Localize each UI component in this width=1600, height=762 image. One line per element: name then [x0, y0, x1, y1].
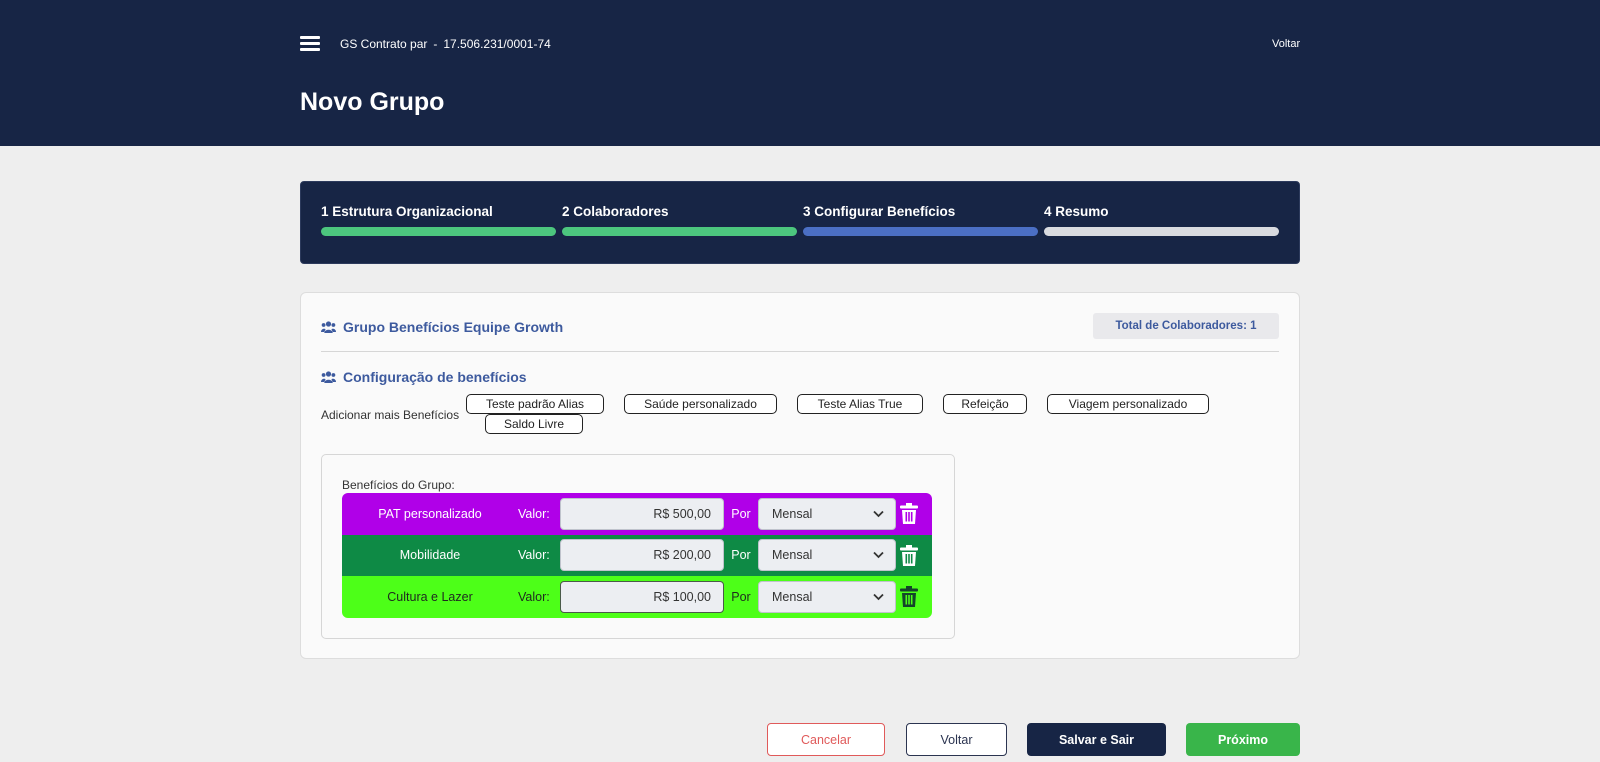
chevron-down-icon — [873, 593, 884, 601]
benefit-name: Mobilidade — [399, 548, 461, 563]
group-title: Grupo Benefícios Equipe Growth — [343, 319, 564, 335]
step-progress-bar — [1044, 227, 1279, 236]
header-back-link[interactable]: Voltar — [1272, 38, 1300, 50]
cancel-button[interactable]: Cancelar — [767, 723, 885, 756]
back-button[interactable]: Voltar — [906, 723, 1007, 756]
period-selected-value: Mensal — [772, 506, 813, 521]
benefit-name: PAT personalizado — [378, 506, 482, 521]
chip-saldo-livre[interactable]: Saldo Livre — [485, 414, 583, 434]
save-exit-button[interactable]: Salvar e Sair — [1027, 723, 1166, 756]
group-benefits-box: Benefícios do Grupo: PAT personalizado V… — [321, 454, 955, 639]
group-title-row: Grupo Benefícios Equipe Growth — [321, 319, 563, 335]
por-label: Por — [731, 589, 751, 604]
valor-label: Valor: — [518, 548, 550, 563]
por-label: Por — [731, 506, 751, 521]
users-icon — [321, 371, 336, 383]
period-selected-value: Mensal — [772, 548, 813, 563]
page-title: Novo Grupo — [300, 88, 445, 116]
company-cnpj: 17.506.231/0001-74 — [443, 37, 551, 51]
company-name: GS Contrato par — [340, 37, 428, 51]
chevron-down-icon — [873, 552, 884, 559]
valor-label: Valor: — [518, 589, 550, 604]
chevron-down-icon — [873, 510, 884, 518]
step-progress-bar — [803, 227, 1038, 236]
step-label: 1 Estrutura Organizacional — [321, 204, 493, 219]
trash-icon[interactable] — [900, 503, 918, 524]
period-select[interactable]: Mensal — [758, 580, 896, 613]
benefit-list: PAT personalizado Valor: R$ 500,00 Por M… — [342, 493, 932, 618]
chip-refeicao[interactable]: Refeição — [943, 394, 1027, 414]
step-progress-bar — [562, 227, 797, 236]
step-colaboradores: 2 Colaboradores — [562, 204, 797, 236]
benefit-row-pat-personalizado: PAT personalizado Valor: R$ 500,00 Por M… — [342, 493, 932, 535]
step-progress-bar — [321, 227, 556, 236]
period-select[interactable]: Mensal — [758, 539, 896, 572]
hamburger-menu-icon[interactable] — [300, 36, 320, 51]
benefit-value-input[interactable]: R$ 500,00 — [560, 497, 724, 530]
add-benefits-label: Adicionar mais Benefícios — [321, 408, 460, 422]
next-button[interactable]: Próximo — [1186, 723, 1300, 756]
benefit-name: Cultura e Lazer — [387, 589, 473, 604]
period-select[interactable]: Mensal — [758, 497, 896, 530]
company-info: GS Contrato par -17.506.231/0001-74 — [340, 37, 551, 51]
step-label: 2 Colaboradores — [562, 204, 669, 219]
period-selected-value: Mensal — [772, 589, 813, 604]
top-header: GS Contrato par -17.506.231/0001-74 Volta… — [0, 0, 1600, 146]
benefit-value-input[interactable]: R$ 200,00 — [560, 539, 724, 572]
trash-icon[interactable] — [900, 586, 918, 607]
config-title-row: Configuração de benefícios — [321, 369, 527, 385]
total-colaboradores-badge: Total de Colaboradores: 1 — [1093, 313, 1279, 339]
step-configurar-beneficios: 3 Configurar Benefícios — [803, 204, 1038, 236]
config-title: Configuração de benefícios — [343, 369, 527, 385]
step-label: 3 Configurar Benefícios — [803, 204, 956, 219]
por-label: Por — [731, 548, 751, 563]
valor-label: Valor: — [518, 506, 550, 521]
group-benefits-title: Benefícios do Grupo: — [342, 478, 455, 492]
chip-teste-alias-true[interactable]: Teste Alias True — [797, 394, 923, 414]
chip-teste-padrao-alias[interactable]: Teste padrão Alias — [466, 394, 604, 414]
benefit-row-cultura-e-lazer: Cultura e Lazer Valor: R$ 100,00 Por Men… — [342, 576, 932, 618]
chip-viagem-personalizado[interactable]: Viagem personalizado — [1047, 394, 1209, 414]
group-config-card: Grupo Benefícios Equipe Growth Total de … — [300, 292, 1300, 659]
chip-saude-personalizado[interactable]: Saúde personalizado — [624, 394, 777, 414]
progress-stepper: 1 Estrutura Organizacional 2 Colaborador… — [300, 181, 1300, 264]
step-estrutura-organizacional: 1 Estrutura Organizacional — [321, 204, 556, 236]
section-divider — [321, 351, 1279, 352]
step-label: 4 Resumo — [1044, 204, 1109, 219]
benefit-row-mobilidade: Mobilidade Valor: R$ 200,00 Por Mensal — [342, 534, 932, 576]
step-resumo: 4 Resumo — [1044, 204, 1279, 236]
trash-icon[interactable] — [900, 544, 918, 566]
company-separator: - — [433, 37, 438, 51]
benefit-value-input[interactable]: R$ 100,00 — [560, 580, 724, 613]
users-icon — [321, 321, 336, 333]
